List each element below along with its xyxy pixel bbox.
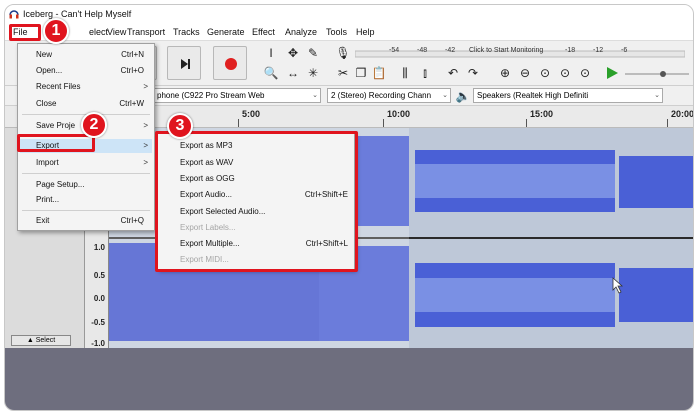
ruler-label: 20:00 <box>671 109 694 119</box>
menu-print[interactable]: Print... <box>36 195 59 204</box>
menu-help[interactable]: Help <box>356 27 375 37</box>
menu-view[interactable]: View <box>107 27 126 37</box>
chevron-down-icon: ⌄ <box>654 92 660 99</box>
menu-transport[interactable]: Transport <box>127 27 165 37</box>
submenu-arrow-icon: > <box>143 82 148 91</box>
play-at-speed-icon[interactable] <box>605 66 619 80</box>
channels-select[interactable]: 2 (Stereo) Recording Chann ⌄ <box>327 88 451 103</box>
shortcut: Ctrl+O <box>120 66 144 75</box>
redo-icon[interactable]: ↷ <box>465 65 481 81</box>
audacity-logo-icon <box>9 10 19 19</box>
menu-analyze[interactable]: Analyze <box>285 27 317 37</box>
highlight-export-submenu <box>155 131 358 272</box>
menu-generate[interactable]: Generate <box>207 27 245 37</box>
window-title: Iceberg - Can't Help Myself <box>23 9 132 19</box>
playback-device-value: Speakers (Realtek High Definiti <box>477 91 589 100</box>
skip-end-icon <box>181 59 190 69</box>
shortcut: Ctrl+Q <box>120 216 144 225</box>
submenu-arrow-icon: > <box>143 141 148 150</box>
highlight-file-menu <box>9 24 41 41</box>
meter-label-48: -48 <box>417 47 428 54</box>
recording-device-value: phone (C922 Pro Stream Web <box>157 91 265 100</box>
paste-icon[interactable]: 📋 <box>371 65 387 81</box>
fit-project-icon[interactable]: ⊙ <box>557 65 573 81</box>
ruler-tick <box>383 119 384 127</box>
step-badge-3: 3 <box>167 113 193 139</box>
skip-end-button[interactable] <box>167 46 201 80</box>
menu-recent-files[interactable]: Recent Files <box>36 82 80 91</box>
copy-icon[interactable]: ❐ <box>353 65 369 81</box>
shortcut: Ctrl+W <box>119 99 144 108</box>
ruler-label: 15:00 <box>530 109 554 119</box>
y-label: -0.5 <box>91 318 105 327</box>
menu-effect[interactable]: Effect <box>252 27 275 37</box>
meter-label-54: -54 <box>389 47 400 54</box>
menu-exit[interactable]: Exit <box>36 216 49 225</box>
envelope-tool-icon[interactable]: ✥ <box>285 45 301 61</box>
record-icon <box>225 58 237 70</box>
record-button[interactable] <box>213 46 247 80</box>
ruler-tick <box>667 119 668 127</box>
timeshift-tool-icon[interactable]: ↔ <box>285 65 301 81</box>
menu-select[interactable]: elect <box>89 27 108 37</box>
meter-label-42: -42 <box>445 47 456 54</box>
y-label: 1.0 <box>93 243 105 252</box>
submenu-arrow-icon: > <box>143 121 148 130</box>
play-speed-slider[interactable] <box>623 66 691 80</box>
y-label: 0.0 <box>93 294 105 303</box>
empty-track-area[interactable] <box>5 348 693 410</box>
ruler-tick <box>526 119 527 127</box>
meter-label-12: -12 <box>593 47 604 54</box>
chevron-down-icon: ⌄ <box>312 92 318 99</box>
title-bar: Iceberg - Can't Help Myself <box>5 5 693 24</box>
menu-page-setup[interactable]: Page Setup... <box>36 180 84 189</box>
microphone-icon[interactable]: 🎙 <box>335 45 351 61</box>
selection-tool-icon[interactable]: I <box>263 45 279 61</box>
speaker-icon: 🔈 <box>455 89 471 103</box>
ruler-label: 10:00 <box>387 109 411 119</box>
app-window: Iceberg - Can't Help Myself File elect V… <box>4 4 694 411</box>
menu-separator <box>22 173 150 174</box>
shortcut: Ctrl+N <box>121 50 144 59</box>
zoom-in-icon[interactable]: ⊕ <box>497 65 513 81</box>
menu-tracks[interactable]: Tracks <box>173 27 200 37</box>
zoom-out-icon[interactable]: ⊖ <box>517 65 533 81</box>
select-track-button[interactable]: ▲ Select <box>11 335 71 346</box>
cut-icon[interactable]: ✂ <box>335 65 351 81</box>
collapse-icon[interactable]: ▲ <box>27 337 36 344</box>
ruler-label: 5:00 <box>242 109 261 119</box>
draw-tool-icon[interactable]: ✎ <box>305 45 321 61</box>
chevron-down-icon: ⌄ <box>442 92 448 99</box>
submenu-arrow-icon: > <box>143 158 148 167</box>
zoom-tool-icon[interactable]: 🔍 <box>263 65 279 81</box>
zoom-toggle-icon[interactable]: ⊙ <box>577 65 593 81</box>
y-label: -1.0 <box>91 339 105 348</box>
meter-label-18: -18 <box>565 47 576 54</box>
menu-open[interactable]: Open... <box>36 66 62 75</box>
step-badge-2: 2 <box>81 112 107 138</box>
menu-import[interactable]: Import <box>36 158 59 167</box>
menu-bar: File elect View Transport Tracks Generat… <box>5 24 693 41</box>
highlight-export-item <box>17 134 95 152</box>
playback-device-select[interactable]: Speakers (Realtek High Definiti ⌄ <box>473 88 663 103</box>
silence-icon[interactable]: ⫾ <box>417 65 433 81</box>
ruler-tick <box>238 119 239 127</box>
select-label: Select <box>35 337 56 344</box>
recording-device-select[interactable]: phone (C922 Pro Stream Web ⌄ <box>153 88 321 103</box>
trim-icon[interactable]: ⫼ <box>397 65 413 81</box>
menu-tools[interactable]: Tools <box>326 27 347 37</box>
multi-tool-icon[interactable]: ✳ <box>305 65 321 81</box>
menu-separator <box>22 210 150 211</box>
meter-prompt[interactable]: Click to Start Monitoring <box>469 47 543 54</box>
channels-value: 2 (Stereo) Recording Chann <box>331 91 432 100</box>
menu-save-project[interactable]: Save Proje <box>36 121 75 130</box>
y-label: 0.5 <box>93 271 105 280</box>
step-badge-1: 1 <box>43 18 69 44</box>
meter-label-6: -6 <box>621 47 628 54</box>
menu-new[interactable]: New <box>36 50 52 59</box>
menu-close[interactable]: Close <box>36 99 56 108</box>
undo-icon[interactable]: ↶ <box>445 65 461 81</box>
fit-selection-icon[interactable]: ⊙ <box>537 65 553 81</box>
